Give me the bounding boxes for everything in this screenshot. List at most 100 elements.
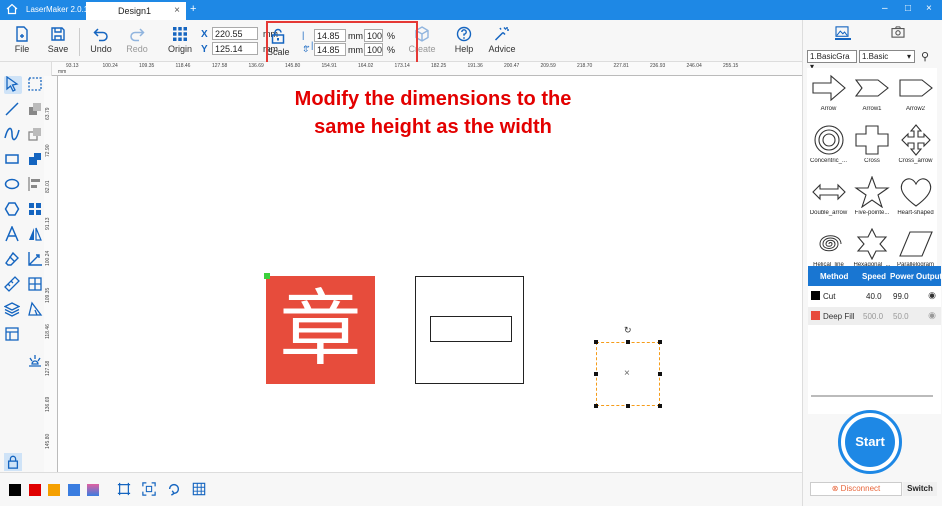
maximize-button[interactable]: □ xyxy=(905,3,911,14)
selected-object[interactable]: × xyxy=(594,340,662,408)
select-tool[interactable] xyxy=(4,75,22,94)
tab-close-icon[interactable]: × xyxy=(174,5,180,16)
shape-item[interactable]: Arrow1 xyxy=(851,68,894,120)
resize-handle-sw[interactable] xyxy=(594,404,598,408)
eraser-icon xyxy=(5,251,19,266)
grid-array-tool[interactable] xyxy=(27,276,45,294)
mirror-tool[interactable] xyxy=(27,226,45,244)
align-tool[interactable] xyxy=(27,176,45,194)
shape-item[interactable]: Hexagonal_... xyxy=(851,224,894,270)
color-swatch[interactable] xyxy=(28,484,41,496)
layer-speed: 40.0 xyxy=(866,292,882,301)
resize-handle-w[interactable] xyxy=(594,372,598,376)
line-tool[interactable] xyxy=(4,101,22,119)
layer-row-deep-fill[interactable]: Deep Fill 500.0 50.0 ◉ xyxy=(808,307,941,325)
path-tool[interactable] xyxy=(27,301,45,319)
design-canvas[interactable]: Modify the dimensions to the same height… xyxy=(58,76,802,472)
x-coordinate-input[interactable]: 220.55 xyxy=(212,27,258,40)
eye-icon[interactable]: ◉ xyxy=(928,310,936,321)
resize-handle-se[interactable] xyxy=(658,404,662,408)
tab-camera[interactable] xyxy=(891,26,907,40)
tab-library[interactable] xyxy=(835,26,851,40)
double-arrow-shape-icon xyxy=(811,183,846,201)
home-icon[interactable] xyxy=(6,3,18,15)
undo-button[interactable]: Undo xyxy=(83,25,119,59)
eye-icon[interactable]: ◉ xyxy=(928,290,936,301)
rectangle-icon xyxy=(5,154,19,164)
shape-item[interactable]: Arrow xyxy=(807,68,850,120)
disconnect-icon: ⊗ xyxy=(831,484,841,493)
lock-canvas-button[interactable] xyxy=(4,453,22,471)
marquee-tool[interactable] xyxy=(27,76,45,94)
shape-item[interactable]: Helical_line xyxy=(807,224,850,270)
advice-button[interactable]: Advice xyxy=(484,25,520,59)
file-button[interactable]: File xyxy=(4,25,40,59)
y-coordinate-input[interactable]: 125.14 xyxy=(212,42,258,55)
category-select[interactable]: 1.BasicGra ▾ xyxy=(807,50,857,71)
ruler-tool[interactable] xyxy=(4,276,22,294)
disconnect-button[interactable]: ⊗ Disconnect xyxy=(810,482,902,496)
resize-handle-n[interactable] xyxy=(626,340,630,344)
stamp-object[interactable]: 章 xyxy=(266,276,375,384)
help-button[interactable]: Help xyxy=(446,25,482,59)
stamp-anchor-handle[interactable] xyxy=(264,273,270,279)
text-tool[interactable] xyxy=(4,225,22,244)
color-swatch[interactable] xyxy=(87,484,99,496)
shape-label: Heart-shaped xyxy=(897,210,934,216)
ruler-tick-label: 127.58 xyxy=(212,63,228,69)
rectangle-tool[interactable] xyxy=(4,151,22,169)
shape-label: Arrow xyxy=(820,106,837,112)
shape-item[interactable]: Concentric_... xyxy=(807,120,850,172)
shape-item[interactable]: Five-pointe... xyxy=(851,172,894,224)
table-tool[interactable] xyxy=(4,326,22,344)
start-button[interactable]: Start xyxy=(845,417,895,467)
origin-button[interactable]: Origin xyxy=(162,25,198,59)
resize-handle-s[interactable] xyxy=(626,404,630,408)
array-tool[interactable] xyxy=(27,201,45,219)
shape-item[interactable]: Cross_arrow xyxy=(894,120,937,172)
close-button[interactable]: × xyxy=(926,3,932,14)
inner-rectangle[interactable] xyxy=(430,316,512,342)
layers-tool[interactable] xyxy=(3,301,22,319)
rotate-handle-icon[interactable]: ↻ xyxy=(624,325,632,336)
subtract-tool[interactable] xyxy=(27,126,45,144)
shape-item[interactable]: Heart-shaped xyxy=(894,172,937,224)
color-swatch[interactable] xyxy=(48,484,60,496)
measure-tool[interactable] xyxy=(27,251,45,269)
switch-button[interactable]: Switch xyxy=(903,482,937,496)
tab-design1[interactable]: Design1 × xyxy=(86,2,186,20)
curve-tool[interactable] xyxy=(4,126,22,144)
light-tool[interactable] xyxy=(27,352,45,370)
save-button[interactable]: Save xyxy=(40,25,76,59)
redo-button[interactable]: Redo xyxy=(119,25,155,59)
color-swatch[interactable] xyxy=(9,484,21,496)
layer-row-cut[interactable]: Cut 40.0 99.0 ◉ xyxy=(808,287,941,305)
rectangle-object[interactable] xyxy=(415,276,524,384)
new-tab-button[interactable]: + xyxy=(190,3,196,15)
color-swatch[interactable] xyxy=(67,484,80,496)
rotate-view-button[interactable] xyxy=(167,482,183,498)
polygon-tool[interactable] xyxy=(4,201,22,219)
ellipse-tool[interactable] xyxy=(4,176,22,194)
intersect-tool[interactable] xyxy=(27,151,45,169)
combine-tool[interactable] xyxy=(27,101,45,119)
resize-handle-ne[interactable] xyxy=(658,340,662,344)
shape-item[interactable]: Parallelogram xyxy=(894,224,937,270)
resize-handle-nw[interactable] xyxy=(594,340,598,344)
advice-icon xyxy=(494,26,509,41)
eraser-tool[interactable] xyxy=(4,251,22,269)
subcategory-select[interactable]: 1.Basic ▾ xyxy=(859,50,915,63)
shape-item[interactable]: Cross xyxy=(851,120,894,172)
minimize-button[interactable]: – xyxy=(882,3,888,14)
frame-button[interactable] xyxy=(117,482,133,498)
shape-item[interactable]: Arrow2 xyxy=(894,68,937,120)
resize-handle-e[interactable] xyxy=(658,372,662,376)
shape-item[interactable]: Double_arrow xyxy=(807,172,850,224)
fit-view-button[interactable] xyxy=(142,482,158,498)
search-icon[interactable]: ⚲ xyxy=(921,50,929,63)
selection-center-icon: × xyxy=(624,368,630,379)
grid-view-button[interactable] xyxy=(192,482,208,498)
ruler-tick-label: 109.35 xyxy=(45,287,51,303)
layer-method: Cut xyxy=(823,292,836,301)
save-icon xyxy=(51,27,65,41)
